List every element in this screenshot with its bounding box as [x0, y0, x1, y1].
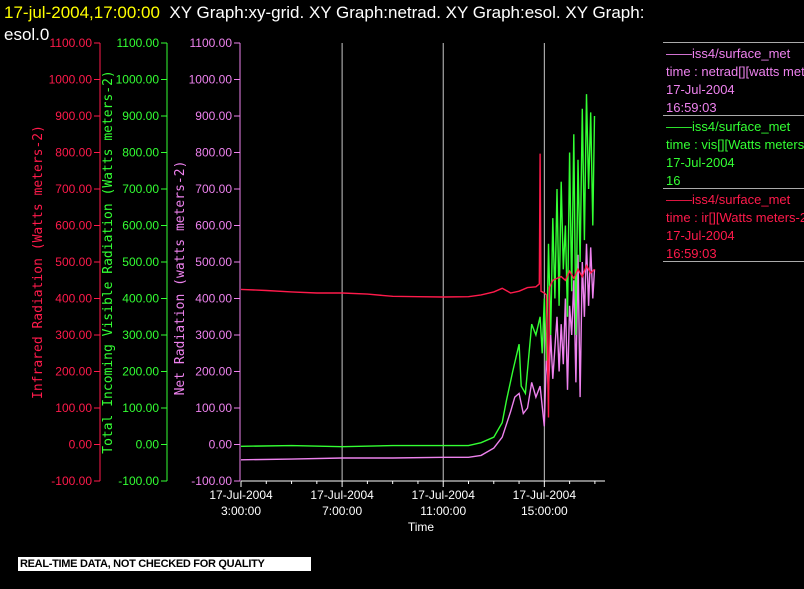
legend-source: ——iss4/surface_met: [666, 192, 791, 207]
y-tick-label: 500.00: [122, 255, 159, 269]
legend-entry-vis: ——iss4/surface_met time : vis[][Watts me…: [663, 115, 804, 188]
y-tick-label: 200.00: [122, 365, 159, 379]
x-tick-label-time: 11:00:00: [420, 504, 466, 518]
y-axis-title: Infrared Radiation (Watts meters-2): [31, 125, 46, 399]
y-tick-label: 600.00: [122, 219, 159, 233]
legend-date: 17-Jul-2004: [666, 82, 735, 97]
y-tick-label: 0.00: [136, 438, 160, 452]
y-tick-label: -100.00: [191, 474, 232, 488]
x-tick-label-time: 15:00:00: [521, 504, 568, 518]
y-tick-label: 800.00: [195, 146, 232, 160]
y-tick-label: 100.00: [55, 401, 92, 415]
x-tick-label-date: 17-Jul-2004: [412, 488, 476, 502]
legend-var: time : vis[][Watts meters-2]: [666, 137, 804, 152]
x-tick-label-date: 17-Jul-2004: [310, 488, 374, 502]
x-tick-label-date: 17-Jul-2004: [209, 488, 273, 502]
y-tick-label: 200.00: [55, 365, 92, 379]
x-tick-label-date: 17-Jul-2004: [513, 488, 577, 502]
legend-source: ——iss4/surface_met: [666, 46, 791, 61]
y-tick-label: 600.00: [195, 219, 232, 233]
y-tick-label: 900.00: [195, 109, 232, 123]
y-tick-label: 700.00: [122, 182, 159, 196]
x-tick-label-time: 3:00:00: [221, 504, 261, 518]
legend-date: 17-Jul-2004: [666, 228, 735, 243]
y-tick-label: 900.00: [55, 109, 92, 123]
x-tick-label-time: 7:00:00: [322, 504, 362, 518]
legend-var: time : ir[][Watts meters-2]: [666, 210, 804, 225]
legend-date: 17-Jul-2004: [666, 155, 735, 170]
y-tick-label: 400.00: [195, 292, 232, 306]
quality-disclaimer: REAL-TIME DATA, NOT CHECKED FOR QUALITY: [18, 557, 311, 571]
y-tick-label: 1100.00: [190, 36, 233, 50]
y-tick-label: 100.00: [195, 401, 232, 415]
y-tick-label: 800.00: [122, 146, 159, 160]
legend-entry-netrad: ——iss4/surface_met time : netrad[][watts…: [663, 42, 804, 115]
legend: ——iss4/surface_met time : netrad[][watts…: [663, 42, 804, 262]
y-tick-label: 1000.00: [189, 73, 233, 87]
y-tick-label: -100.00: [51, 474, 92, 488]
x-axis-title: Time: [408, 520, 435, 534]
y-tick-label: 1000.00: [49, 73, 93, 87]
legend-var: time : netrad[][watts meters-2]: [666, 64, 804, 79]
y-tick-label: 600.00: [55, 219, 92, 233]
y-tick-label: 300.00: [195, 328, 232, 342]
y-tick-label: 700.00: [55, 182, 92, 196]
y-tick-label: 100.00: [122, 401, 159, 415]
y-tick-label: 0.00: [209, 438, 233, 452]
y-tick-label: 700.00: [195, 182, 232, 196]
y-tick-label: 500.00: [55, 255, 92, 269]
y-tick-label: 800.00: [55, 146, 92, 160]
series-line-ir: [240, 153, 595, 418]
y-tick-label: 300.00: [55, 328, 92, 342]
y-tick-label: 1100.00: [117, 36, 160, 50]
y-tick-label: 200.00: [195, 365, 232, 379]
y-tick-label: 900.00: [122, 109, 159, 123]
y-tick-label: 1000.00: [116, 73, 160, 87]
y-tick-label: 300.00: [122, 328, 159, 342]
legend-time: 16:59:03: [666, 246, 717, 261]
y-tick-label: 400.00: [55, 292, 92, 306]
y-axis-title: Net Radiation (watts meters-2): [173, 161, 188, 396]
y-tick-label: 0.00: [69, 438, 93, 452]
legend-entry-ir: ——iss4/surface_met time : ir[][Watts met…: [663, 188, 804, 262]
y-tick-label: 400.00: [122, 292, 159, 306]
y-tick-label: 1100.00: [50, 36, 93, 50]
y-axis-title: Total Incoming Visible Radiation (Watts …: [101, 70, 116, 454]
y-tick-label: 500.00: [195, 255, 232, 269]
legend-source: ——iss4/surface_met: [666, 119, 791, 134]
y-tick-label: -100.00: [118, 474, 159, 488]
